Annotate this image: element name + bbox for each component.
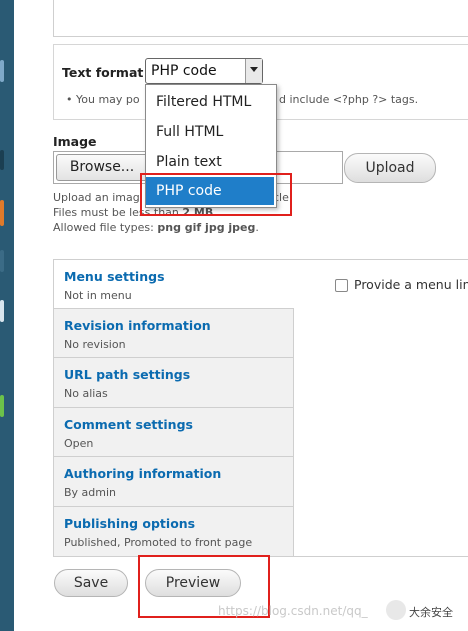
launcher-icon[interactable] — [0, 200, 4, 226]
text-format-selected-value: PHP code — [151, 63, 217, 79]
tab-title: Menu settings — [64, 269, 165, 284]
tab-comment-settings[interactable]: Comment settings Open — [54, 408, 294, 457]
text-format-select[interactable]: PHP code — [145, 58, 263, 84]
tab-publishing-options[interactable]: Publishing options Published, Promoted t… — [54, 507, 294, 556]
tab-summary: Open — [64, 437, 94, 450]
tab-summary: By admin — [64, 486, 117, 499]
image-help-types-prefix: Allowed file types: — [53, 221, 158, 234]
tab-summary: Not in menu — [64, 289, 132, 302]
launcher-icon[interactable] — [0, 300, 4, 322]
tab-title: Comment settings — [64, 417, 193, 432]
tab-authoring-information[interactable]: Authoring information By admin — [54, 457, 294, 507]
provide-menu-link-label: Provide a menu link — [354, 277, 468, 292]
tab-title: Publishing options — [64, 516, 196, 531]
launcher-icon[interactable] — [0, 150, 4, 170]
tab-summary: No revision — [64, 338, 126, 351]
wechat-logo-icon — [386, 600, 406, 620]
body-textarea[interactable] — [53, 0, 468, 37]
text-format-hint-right: d include <?php ?> tags. — [279, 93, 419, 106]
tab-revision-information[interactable]: Revision information No revision — [54, 309, 294, 358]
image-label: Image — [53, 134, 97, 149]
text-format-label: Text format — [62, 65, 144, 80]
dropdown-option-filtered-html[interactable]: Filtered HTML — [146, 88, 274, 116]
image-help-types: Allowed file types: png gif jpg jpeg. — [53, 221, 259, 234]
dropdown-option-plain-text[interactable]: Plain text — [146, 148, 274, 176]
tab-title: Authoring information — [64, 466, 222, 481]
tab-title: URL path settings — [64, 367, 191, 382]
tab-summary: Published, Promoted to front page — [64, 536, 253, 549]
launcher-icon[interactable] — [0, 60, 4, 82]
text-format-hint-left: • You may po — [66, 93, 140, 106]
vertical-tabs: Menu settings Not in menu Revision infor… — [53, 259, 468, 557]
chevron-down-icon[interactable] — [245, 59, 262, 83]
desktop-sidebar-strip — [0, 0, 14, 631]
tab-menu-settings[interactable]: Menu settings Not in menu — [54, 260, 294, 309]
tab-summary: No alias — [64, 387, 108, 400]
save-button[interactable]: Save — [54, 569, 128, 597]
browse-button[interactable]: Browse... — [56, 154, 148, 181]
provide-menu-link-checkbox[interactable] — [335, 279, 348, 292]
image-allowed-types: png gif jpg jpeg — [157, 221, 256, 234]
dropdown-option-full-html[interactable]: Full HTML — [146, 118, 274, 146]
image-help-line1-left: Upload an imag — [53, 191, 140, 204]
launcher-icon[interactable] — [0, 250, 4, 272]
highlight-box-php-code — [140, 173, 292, 216]
launcher-icon[interactable] — [0, 395, 4, 417]
watermark-brand: 大余安全 — [409, 606, 453, 619]
upload-button[interactable]: Upload — [344, 153, 436, 183]
tab-title: Revision information — [64, 318, 211, 333]
watermark-url: https://blog.csdn.net/qq_ — [218, 604, 368, 618]
image-help-types-suffix: . — [255, 221, 259, 234]
tab-url-path-settings[interactable]: URL path settings No alias — [54, 358, 294, 408]
